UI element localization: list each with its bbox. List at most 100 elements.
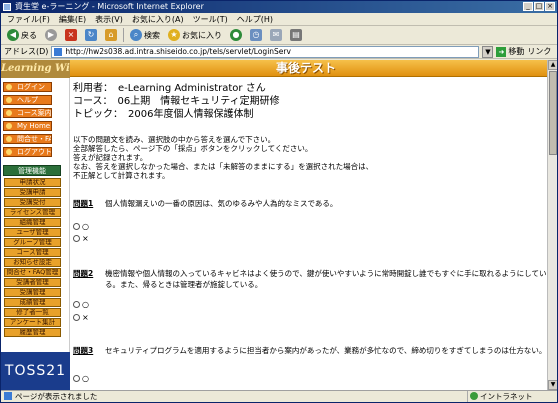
history-button[interactable]: ◷	[248, 28, 264, 43]
status-message: ページが表示されました	[1, 391, 467, 402]
history-icon: ◷	[250, 29, 262, 41]
bullet-icon	[6, 149, 12, 155]
print-icon: ▤	[290, 29, 302, 41]
manager-item-groups[interactable]: グループ管理	[4, 238, 61, 247]
sidebar-item-faq[interactable]: 問合せ・FAQ	[3, 134, 52, 144]
manager-item-faq-admin[interactable]: 問合せ・FAQ管理	[4, 268, 61, 277]
address-dropdown-icon[interactable]: ▼	[482, 45, 494, 58]
radio-button[interactable]	[73, 375, 80, 382]
media-icon: ●	[230, 29, 242, 41]
sidebar-item-logout[interactable]: ログアウト	[3, 147, 52, 157]
stop-icon: ×	[65, 29, 77, 41]
sidebar-item-my-home[interactable]: My Home	[3, 121, 52, 131]
address-bar: アドレス(D) http://hw2s038.ad.intra.shiseido…	[1, 45, 557, 59]
answer-option[interactable]: ×	[73, 234, 89, 244]
address-input[interactable]: http://hw2s038.ad.intra.shiseido.co.jp/t…	[51, 45, 480, 58]
print-button[interactable]: ▤	[288, 28, 304, 43]
minimize-icon[interactable]: _	[523, 2, 533, 11]
scroll-thumb[interactable]	[549, 71, 557, 155]
answer-option[interactable]: ○	[73, 374, 89, 384]
bullet-icon	[6, 97, 12, 103]
manager-item-attendance[interactable]: 受講管理	[4, 288, 61, 297]
search-icon: ⌕	[130, 29, 142, 41]
radio-button[interactable]	[73, 314, 80, 321]
menu-tools[interactable]: ツール(T)	[193, 13, 228, 25]
answer-option[interactable]: ○	[73, 222, 89, 232]
back-button[interactable]: ◀ 戻る	[5, 28, 39, 43]
manager-item-application-status[interactable]: 申請状況	[4, 178, 61, 187]
sidebar-item-help[interactable]: ヘルプ	[3, 95, 52, 105]
scroll-down-icon[interactable]: ▼	[548, 380, 557, 390]
manager-item-users[interactable]: ユーザ管理	[4, 228, 61, 237]
bullet-icon	[6, 123, 12, 129]
manager-item-survey[interactable]: アンケート集計	[4, 318, 61, 327]
question-text: 個人情報漏えいの一番の原因は、気のゆるみや人為的なミスである。	[105, 199, 338, 208]
stop-button[interactable]: ×	[63, 28, 79, 43]
manager-item-course-application[interactable]: 受講申請	[4, 188, 61, 197]
links-button[interactable]: リンク	[527, 46, 551, 57]
go-button[interactable]: ➜ 移動	[496, 46, 524, 57]
radio-button[interactable]	[73, 223, 80, 230]
forward-button[interactable]: ▶	[43, 28, 59, 43]
page-icon	[54, 47, 63, 56]
scroll-up-icon[interactable]: ▲	[548, 60, 557, 70]
instructions: 以下の問題文を読み、選択肢の中から答えを選んで下さい。 全部解答したら、ページ下…	[73, 135, 374, 180]
question-label: 問題3	[73, 346, 94, 355]
page-content: Learning Wind ログイン ヘルプ コース案内 My Home 問合せ…	[1, 60, 557, 390]
manager-item-license[interactable]: ライセンス管理	[4, 208, 61, 217]
manager-item-notices[interactable]: お知らせ設定	[4, 258, 61, 267]
toolbar: ◀ 戻る ▶ × ↻ ⌂ ⌕ 検索 ★ お気に入り ● ◷ ✉ ▤	[1, 26, 557, 45]
manager-item-completers[interactable]: 修了者一覧	[4, 308, 61, 317]
intranet-icon	[470, 392, 478, 400]
info-user: 利用者： e-Learning Administrator さん	[73, 83, 266, 94]
question-2: 問題2 機密情報や個人情報の入っているキャビネはよく使うので、鍵が使いやすいよう…	[73, 268, 555, 328]
manager-item-grades[interactable]: 成績管理	[4, 298, 61, 307]
go-arrow-icon: ➜	[496, 46, 507, 57]
mail-button[interactable]: ✉	[268, 28, 284, 43]
learning-wind-logo: Learning Wind	[1, 60, 70, 78]
sidebar: Learning Wind ログイン ヘルプ コース案内 My Home 問合せ…	[1, 60, 70, 390]
question-label: 問題1	[73, 199, 94, 208]
manager-item-reception[interactable]: 受講受付	[4, 198, 61, 207]
media-button[interactable]: ●	[228, 28, 244, 43]
maximize-icon[interactable]: □	[534, 2, 544, 11]
browser-window: 資生堂 e-ラーニング - Microsoft Internet Explore…	[0, 0, 558, 403]
answer-option[interactable]: ×	[73, 313, 89, 323]
sidebar-item-login[interactable]: ログイン	[3, 82, 52, 92]
vertical-scrollbar[interactable]: ▲ ▼	[547, 60, 557, 390]
menu-bar: ファイル(F) 編集(E) 表示(V) お気に入り(A) ツール(T) ヘルプ(…	[1, 13, 557, 26]
menu-edit[interactable]: 編集(E)	[59, 13, 86, 25]
search-button[interactable]: ⌕ 検索	[128, 28, 162, 43]
toss21-logo: TOSS21	[1, 352, 70, 390]
radio-button[interactable]	[73, 235, 80, 242]
manager-item-learners[interactable]: 受講者管理	[4, 278, 61, 287]
manager-item-courses[interactable]: コース管理	[4, 248, 61, 257]
answer-option[interactable]: ○	[73, 300, 89, 310]
manager-item-organization[interactable]: 組織管理	[4, 218, 61, 227]
refresh-icon: ↻	[85, 29, 97, 41]
radio-button[interactable]	[73, 301, 80, 308]
question-text: セキュリティプログラムを適用するように担当者から案内があったが、業務が多忙なので…	[105, 346, 547, 355]
page-title: 事後テスト	[276, 61, 337, 75]
sidebar-item-courses[interactable]: コース案内	[3, 108, 52, 118]
menu-favorites[interactable]: お気に入り(A)	[132, 13, 184, 25]
menu-view[interactable]: 表示(V)	[95, 13, 123, 25]
close-icon[interactable]: ×	[545, 2, 555, 11]
page-loaded-icon	[4, 392, 12, 400]
bullet-icon	[6, 136, 12, 142]
info-course: コース： 06上期 情報セキュリティ定期研修	[73, 96, 280, 107]
status-bar: ページが表示されました イントラネット	[1, 390, 557, 402]
ie-icon	[3, 3, 11, 11]
toolbar-separator	[123, 28, 124, 42]
bullet-icon	[6, 110, 12, 116]
favorites-button[interactable]: ★ お気に入り	[166, 28, 224, 43]
question-text: 機密情報や個人情報の入っているキャビネはよく使うので、鍵が使いやすいように常時開…	[105, 269, 547, 289]
refresh-button[interactable]: ↻	[83, 28, 99, 43]
manager-item-history[interactable]: 履歴管理	[4, 328, 61, 337]
title-bar: 資生堂 e-ラーニング - Microsoft Internet Explore…	[1, 1, 557, 13]
menu-help[interactable]: ヘルプ(H)	[237, 13, 273, 25]
question-3: 問題3 セキュリティプログラムを適用するように担当者から案内があったが、業務が多…	[73, 345, 555, 390]
home-button[interactable]: ⌂	[103, 28, 119, 43]
menu-file[interactable]: ファイル(F)	[7, 13, 50, 25]
mail-icon: ✉	[270, 29, 282, 41]
